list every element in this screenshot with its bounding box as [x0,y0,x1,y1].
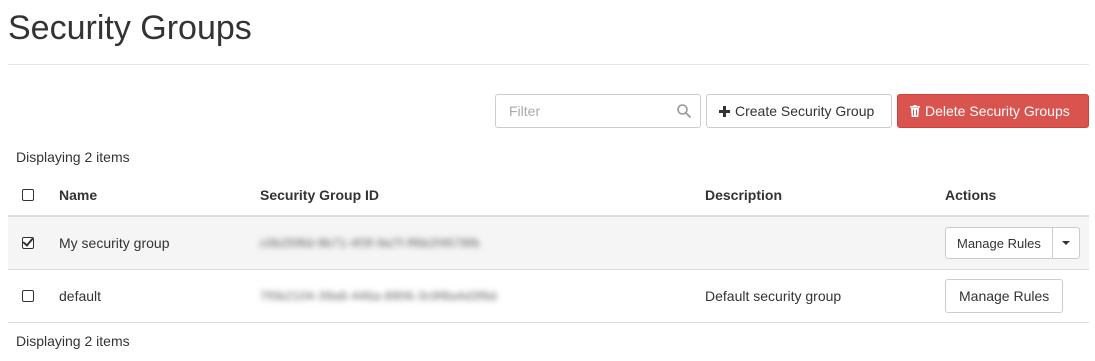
trash-icon [910,105,920,117]
security-group-id: c0b25f8d-9b71-4f3f-9a7f-ff6b2f4578fb [260,236,480,250]
page-title: Security Groups [8,9,252,47]
row-actions-cell: Manage Rules [945,270,1064,322]
filter-input[interactable] [495,94,701,128]
table-header-row: Name Security Group ID Description Actio… [8,175,1089,217]
security-group-name: default [59,288,102,304]
manage-rules-split-button: Manage Rules [945,227,1080,259]
table-row[interactable]: My security group c0b25f8d-9b71-4f3f-9a7… [8,217,1089,270]
select-all-cell [22,175,38,215]
table-toolbar: Create Security Group Delete Security Gr… [495,94,1089,128]
search-icon [677,104,691,118]
security-group-id-cell: 7f0b2104-39a6-446a-8906-3c9f8a4d3f6d [260,270,497,322]
row-checkbox[interactable] [22,290,34,302]
column-header-description[interactable]: Description [705,175,782,215]
security-group-id-cell: c0b25f8d-9b71-4f3f-9a7f-ff6b2f4578fb [260,217,480,269]
column-header-actions: Actions [945,187,997,203]
manage-rules-button[interactable]: Manage Rules [945,227,1053,259]
table-row[interactable]: default 7f0b2104-39a6-446a-8906-3c9f8a4d… [8,270,1089,323]
plus-icon [719,105,730,117]
column-header-name[interactable]: Name [59,175,97,215]
row-checkbox[interactable] [22,237,34,249]
security-group-description: Default security group [705,288,842,304]
row-actions-cell: Manage Rules [945,217,1080,269]
row-check-cell [22,270,38,322]
security-groups-table: Name Security Group ID Description Actio… [8,175,1089,323]
row-check-cell [22,217,38,269]
caret-down-icon [1061,241,1070,245]
item-count-bottom: Displaying 2 items [16,333,130,349]
manage-rules-button[interactable]: Manage Rules [945,279,1064,313]
create-security-group-label: Create Security Group [735,103,875,119]
item-count-top: Displaying 2 items [16,149,130,165]
filter-wrap [495,94,701,128]
select-all-checkbox[interactable] [22,189,34,201]
delete-security-groups-button[interactable]: Delete Security Groups [897,94,1089,128]
create-security-group-button[interactable]: Create Security Group [706,94,892,128]
delete-security-groups-label: Delete Security Groups [925,103,1070,119]
actions-dropdown-toggle[interactable] [1052,227,1080,259]
security-group-id: 7f0b2104-39a6-446a-8906-3c9f8a4d3f6d [260,289,497,303]
column-header-security-group-id[interactable]: Security Group ID [260,175,379,215]
security-group-name: My security group [59,235,170,251]
page-header: Security Groups [8,4,1089,65]
